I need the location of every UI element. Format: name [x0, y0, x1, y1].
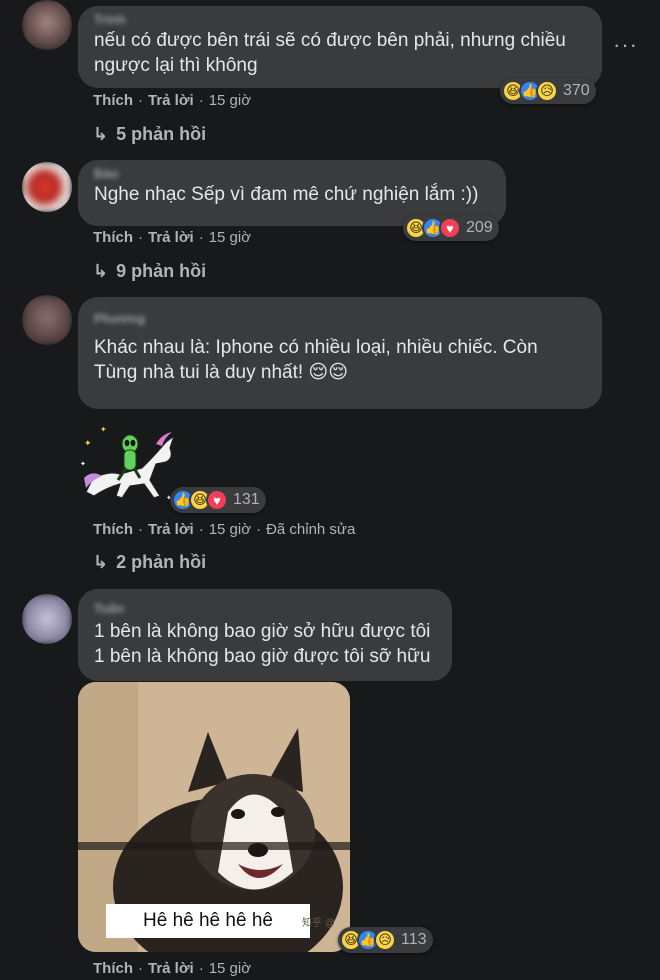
comment-time[interactable]: 15 giờ [209, 960, 251, 977]
svg-text:✦: ✦ [80, 460, 86, 468]
like-link[interactable]: Thích [93, 92, 133, 109]
comment-author[interactable]: Tuấn [94, 601, 436, 617]
reply-arrow-icon: ↳ [93, 261, 109, 281]
reply-arrow-icon: ↳ [93, 552, 109, 572]
comment-actions: Thích · Trả lời · 15 giờ · Đã chỉnh sửa [93, 521, 356, 538]
reaction-summary[interactable]: 😆 👍 ♥ 209 [403, 215, 499, 241]
view-replies-link[interactable]: ↳ 2 phản hồi [93, 550, 206, 574]
alien-unicorn-sticker[interactable]: ✦ ✦ ✦ ✦ [78, 418, 178, 504]
comment-author[interactable]: Trinh [94, 12, 586, 28]
like-link[interactable]: Thích [93, 521, 133, 538]
comment-bubble: Tuấn 1 bên là không bao giờ sở hữu được … [78, 589, 452, 681]
replies-count-label: 9 phản hồi [116, 261, 207, 281]
avatar[interactable] [22, 0, 72, 50]
replies-count-label: 5 phản hồi [116, 124, 207, 144]
reply-link[interactable]: Trả lời [148, 521, 194, 538]
avatar[interactable] [22, 594, 72, 644]
comment-text: nếu có được bên trái sẽ có được bên phải… [94, 30, 566, 76]
reaction-summary[interactable]: 😆 👍 😥 370 [500, 78, 596, 104]
reaction-count: 113 [401, 931, 427, 948]
comment-time[interactable]: 15 giờ [209, 521, 251, 538]
comment-actions: Thích · Trả lời · 15 giờ [93, 92, 252, 109]
comment-author[interactable]: Phương [94, 311, 586, 327]
more-options-icon[interactable]: ··· [613, 32, 638, 58]
avatar[interactable] [22, 295, 72, 345]
comment-actions: Thích · Trả lời · 15 giờ [93, 960, 252, 977]
comment-time[interactable]: 15 giờ [209, 229, 251, 246]
photo-caption: Hê hê hê hê hê [106, 904, 310, 938]
sad-reaction-icon: 😥 [374, 929, 396, 951]
comment-actions: Thích · Trả lời · 15 giờ [93, 229, 252, 246]
view-replies-link[interactable]: ↳ 5 phản hồi [93, 122, 206, 146]
comment-text: 1 bên là không bao giờ sở hữu được tôi 1… [94, 621, 431, 667]
reaction-summary[interactable]: 😆 👍 😥 113 [338, 927, 433, 953]
replies-count-label: 2 phản hồi [116, 552, 207, 572]
reaction-summary[interactable]: 👍 😆 ♥ 131 [170, 487, 266, 513]
like-link[interactable]: Thích [93, 960, 133, 977]
edited-label: Đã chỉnh sửa [266, 521, 356, 538]
avatar[interactable] [22, 162, 72, 212]
reply-link[interactable]: Trả lời [148, 960, 194, 977]
view-replies-link[interactable]: ↳ 9 phản hồi [93, 259, 206, 283]
reaction-count: 209 [466, 219, 493, 236]
comment-text: Khác nhau là: Iphone có nhiều loại, nhiề… [94, 337, 538, 383]
like-link[interactable]: Thích [93, 229, 133, 246]
comment-author[interactable]: Bảo [94, 166, 490, 182]
husky-meme-photo[interactable]: Hê hê hê hê hê 知乎 @ [78, 682, 350, 952]
reaction-count: 131 [233, 491, 260, 508]
reply-link[interactable]: Trả lời [148, 229, 194, 246]
love-reaction-icon: ♥ [206, 489, 228, 511]
sad-reaction-icon: 😥 [536, 80, 558, 102]
comment-text: Nghe nhạc Sếp vì đam mê chứ nghiện lắm :… [94, 184, 479, 205]
svg-text:✦: ✦ [84, 438, 92, 448]
comment-bubble: Phương Khác nhau là: Iphone có nhiều loạ… [78, 297, 602, 409]
reaction-count: 370 [563, 82, 590, 99]
reply-link[interactable]: Trả lời [148, 92, 194, 109]
love-reaction-icon: ♥ [439, 217, 461, 239]
comment-bubble: Trinh nếu có được bên trái sẽ có được bê… [78, 6, 602, 88]
comment-time[interactable]: 15 giờ [209, 92, 251, 109]
reply-arrow-icon: ↳ [93, 124, 109, 144]
svg-text:✦: ✦ [100, 425, 107, 434]
watermark: 知乎 @ [302, 918, 335, 929]
